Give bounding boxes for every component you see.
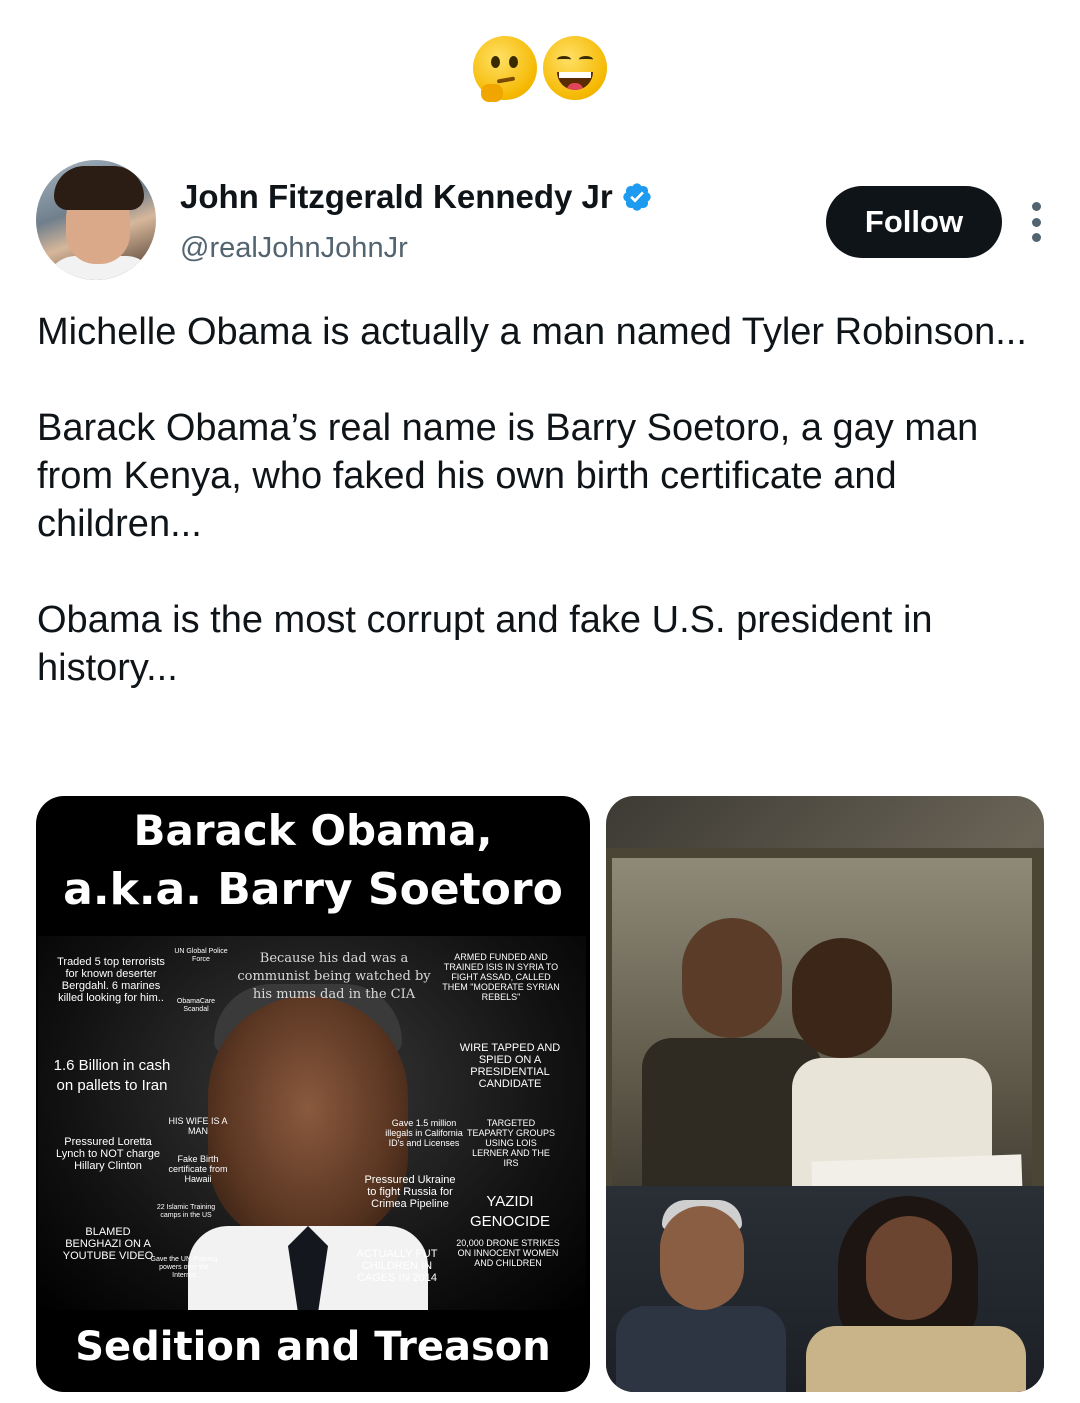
caption: HIS WIFE IS A MAN xyxy=(168,1116,228,1136)
verified-badge-icon xyxy=(623,183,651,211)
avatar[interactable] xyxy=(36,160,156,280)
tweet-paragraph: Obama is the most corrupt and fake U.S. … xyxy=(37,599,933,689)
caption: ObamaCare Scandal xyxy=(176,998,216,1013)
author-name-line[interactable]: John Fitzgerald Kennedy Jr xyxy=(180,178,653,216)
caption: Fake Birth certificate from Hawaii xyxy=(168,1154,228,1184)
thinking-face-icon xyxy=(473,36,537,102)
author-name[interactable]: John Fitzgerald Kennedy Jr xyxy=(180,178,613,216)
caption: Pressured Loretta Lynch to NOT charge Hi… xyxy=(56,1136,160,1172)
recent-photo xyxy=(606,1186,1044,1392)
caption: BLAMED BENGHAZI ON A YOUTUBE VIDEO xyxy=(62,1226,154,1262)
caption: Gave the UN Policing powers over the Int… xyxy=(150,1256,218,1279)
author-handle[interactable]: @realJohnJohnJr xyxy=(180,232,408,265)
meme-collage: Traded 5 top terrorists for known desert… xyxy=(38,936,586,1310)
caption: ARMED FUNDED AND TRAINED ISIS IN SYRIA T… xyxy=(442,952,560,1002)
caption: 22 Islamic Training camps in the US xyxy=(156,1204,216,1219)
more-options-icon[interactable] xyxy=(1028,202,1044,242)
meme-image[interactable]: Barack Obama, a.k.a. Barry Soetoro Trade… xyxy=(36,796,590,1392)
caption: Traded 5 top terrorists for known desert… xyxy=(57,956,165,1004)
caption: Gave 1.5 million illegals in California … xyxy=(385,1118,463,1148)
caption: ACTUALLY PUT CHILDREN IN CAGES IN 2014 xyxy=(356,1248,438,1284)
caption: Because his dad was a communist being wa… xyxy=(237,951,431,1002)
meme-footer: Sedition and Treason xyxy=(75,1324,551,1370)
tweet-header: John Fitzgerald Kennedy Jr @realJohnJohn… xyxy=(36,160,1044,284)
tweet-text: Michelle Obama is actually a man named T… xyxy=(37,308,1047,692)
caption: UN Global Police Force xyxy=(174,948,228,963)
follow-button[interactable]: Follow xyxy=(826,186,1002,258)
meme-title-line1: Barack Obama, xyxy=(133,806,493,855)
caption: Pressured Ukraine to fight Russia for Cr… xyxy=(364,1174,456,1210)
caption: WIRE TAPPED AND SPIED ON A PRESIDENTIAL … xyxy=(459,1042,561,1090)
tweet-paragraph: Barack Obama’s real name is Barry Soetor… xyxy=(37,407,979,545)
tweet-paragraph: Michelle Obama is actually a man named T… xyxy=(37,311,1027,353)
tweet-media: Barack Obama, a.k.a. Barry Soetoro Trade… xyxy=(36,796,1044,1392)
photo-image[interactable] xyxy=(606,796,1044,1392)
grinning-squinting-face-icon xyxy=(543,36,607,100)
caption: TARGETED TEAPARTY GROUPS USING LOIS LERN… xyxy=(466,1118,556,1168)
caption: 1.6 Billion in cash on pallets to Iran xyxy=(53,1057,171,1094)
caption: 20,000 DRONE STRIKES ON INNOCENT WOMEN A… xyxy=(456,1238,560,1268)
caption: YAZIDI GENOCIDE xyxy=(469,1193,550,1230)
meme-title-line2: a.k.a. Barry Soetoro xyxy=(63,864,563,915)
old-photo xyxy=(606,848,1044,1228)
reaction-emojis xyxy=(0,36,1080,102)
